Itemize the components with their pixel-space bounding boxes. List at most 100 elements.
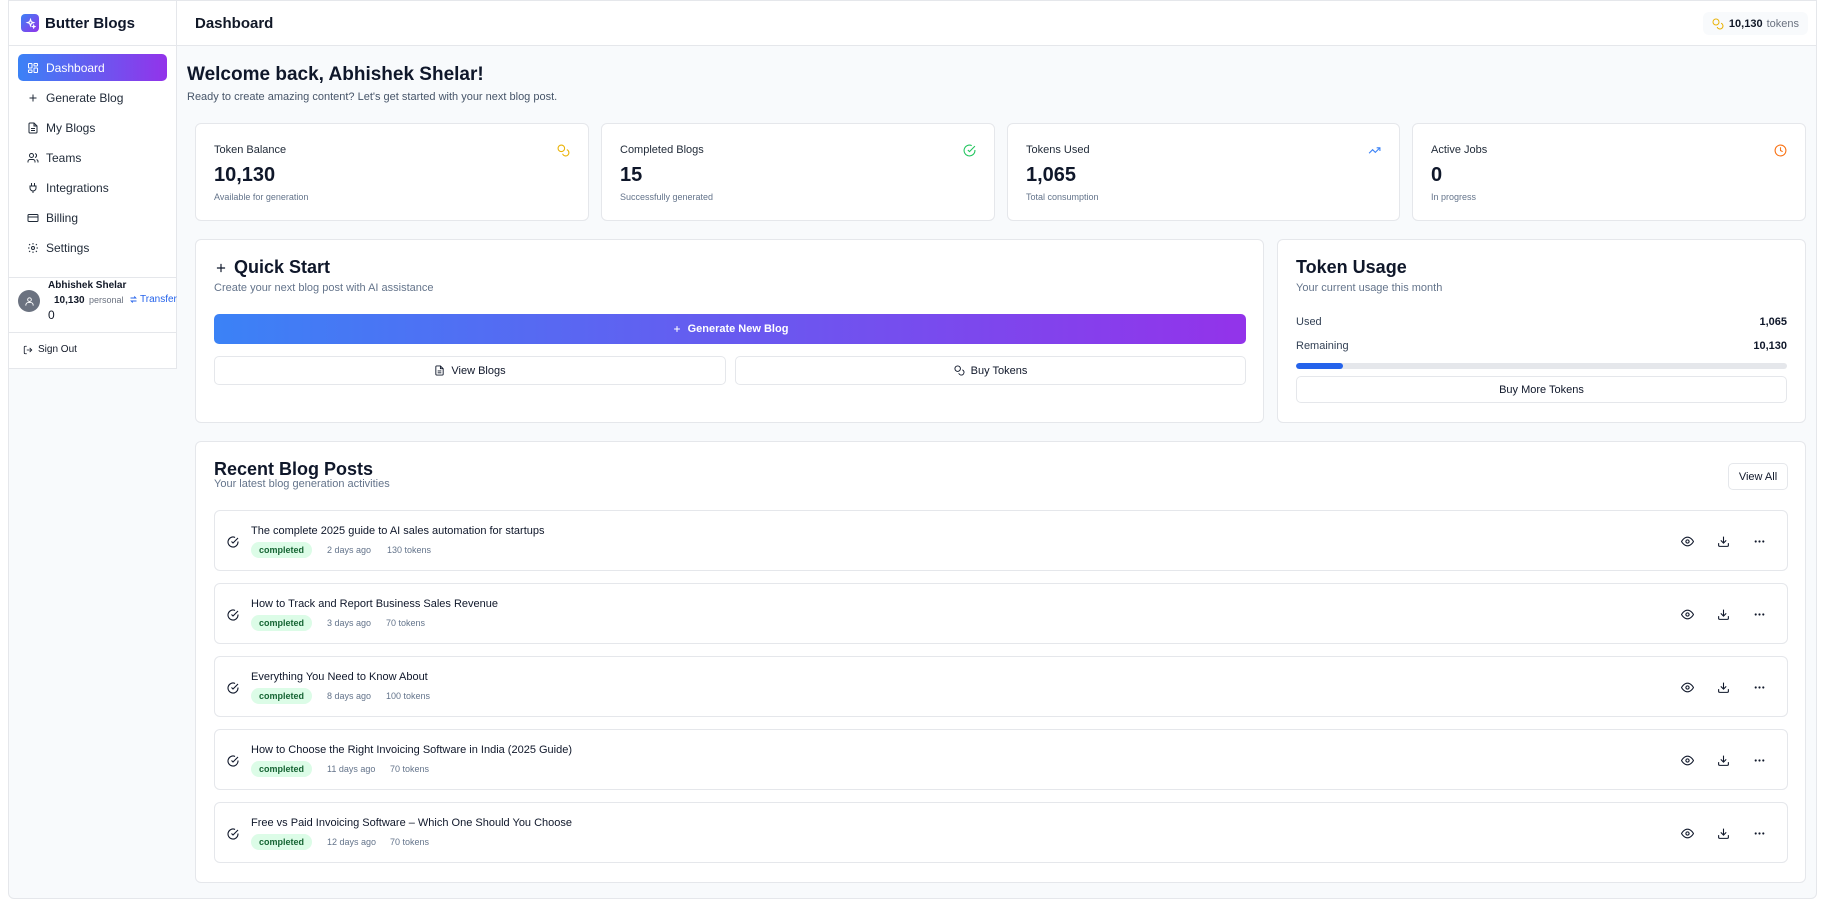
stat-label: Active Jobs — [1431, 144, 1488, 156]
sidebar-item-label: Generate Blog — [46, 90, 124, 105]
stat-subtext: Successfully generated — [620, 192, 714, 202]
eye-icon[interactable] — [1681, 535, 1694, 548]
quick-start-title-text: Quick Start — [234, 257, 331, 277]
more-horizontal-icon[interactable] — [1753, 827, 1766, 840]
more-horizontal-icon[interactable] — [1753, 754, 1766, 767]
more-horizontal-icon[interactable] — [1753, 535, 1766, 548]
sparkles-icon — [21, 14, 39, 32]
transfer-link[interactable]: Transfer — [129, 294, 177, 305]
user-plan: personal — [89, 295, 124, 305]
generate-new-blog-button[interactable]: Generate New Blog — [214, 314, 1246, 344]
sidebar-item-billing[interactable]: Billing — [18, 204, 167, 231]
brand[interactable]: Butter Blogs — [9, 1, 176, 46]
post-date: 12 days ago — [327, 837, 377, 847]
list-item[interactable]: How to Choose the Right Invoicing Softwa… — [214, 729, 1788, 790]
download-icon[interactable] — [1717, 754, 1730, 767]
status-badge: completed — [251, 542, 313, 558]
eye-icon[interactable] — [1681, 827, 1694, 840]
eye-icon[interactable] — [1681, 608, 1694, 621]
stat-subtext: Available for generation — [214, 192, 309, 202]
buy-more-tokens-button[interactable]: Buy More Tokens — [1296, 376, 1787, 403]
list-item[interactable]: How to Track and Report Business Sales R… — [214, 583, 1788, 644]
sidebar-item-my-blogs[interactable]: My Blogs — [18, 114, 167, 141]
post-tokens: 70 tokens — [390, 837, 430, 847]
post-date: 8 days ago — [327, 691, 372, 701]
plug-icon — [29, 182, 37, 193]
user-profile: Abhishek Shelar 10,130 personal Transfer… — [9, 277, 177, 333]
eye-icon[interactable] — [1681, 754, 1694, 767]
sidebar-item-label: Dashboard — [46, 60, 105, 75]
user-extra-value: 0 — [48, 308, 55, 322]
download-icon[interactable] — [1717, 827, 1730, 840]
stat-label: Token Balance — [214, 144, 287, 156]
remaining-value: 10,130 — [1753, 340, 1787, 352]
sidebar-nav: Dashboard Generate Blog My Blogs Teams I… — [9, 46, 176, 272]
check-circle-icon — [963, 144, 976, 157]
post-title[interactable]: How to Choose the Right Invoicing Softwa… — [251, 744, 572, 756]
buy-tokens-button[interactable]: Buy Tokens — [735, 356, 1246, 385]
download-icon[interactable] — [1717, 681, 1730, 694]
sidebar-item-label: My Blogs — [46, 120, 96, 135]
list-item[interactable]: The complete 2025 guide to AI sales auto… — [214, 510, 1788, 571]
post-title[interactable]: Everything You Need to Know About — [251, 671, 428, 683]
app-name: Butter Blogs — [45, 14, 135, 32]
list-item[interactable]: Free vs Paid Invoicing Software – Which … — [214, 802, 1788, 863]
sign-out-button[interactable]: Sign Out — [23, 344, 77, 355]
list-item[interactable]: Everything You Need to Know About complet… — [214, 656, 1788, 717]
stat-value: 1,065 — [1026, 164, 1077, 186]
avatar[interactable] — [18, 290, 40, 312]
sidebar-item-label: Integrations — [46, 180, 109, 195]
eye-icon[interactable] — [1681, 681, 1694, 694]
download-icon[interactable] — [1717, 535, 1730, 548]
token-balance-pill[interactable]: 10,130 tokens — [1702, 12, 1808, 35]
view-blogs-button[interactable]: View Blogs — [214, 356, 726, 385]
transfer-icon — [130, 296, 137, 303]
stat-card-tokens-used: Tokens Used 1,065 Total consumption — [1007, 123, 1400, 221]
stat-label: Tokens Used — [1026, 144, 1090, 156]
post-title[interactable]: How to Track and Report Business Sales R… — [251, 598, 498, 610]
users-icon — [27, 152, 39, 162]
sidebar-item-teams[interactable]: Teams — [18, 144, 167, 171]
recent-posts-subtitle: Your latest blog generation activities — [214, 478, 390, 490]
stat-value: 15 — [620, 164, 643, 186]
sidebar-item-dashboard[interactable]: Dashboard — [18, 54, 167, 81]
view-all-button[interactable]: View All — [1728, 463, 1788, 490]
stat-value: 10,130 — [214, 164, 276, 186]
gear-icon — [28, 242, 38, 253]
sidebar-item-settings[interactable]: Settings — [18, 234, 167, 261]
more-horizontal-icon[interactable] — [1753, 681, 1766, 694]
check-circle-icon — [227, 609, 239, 621]
check-circle-icon — [227, 536, 239, 548]
stat-value: 0 — [1431, 164, 1443, 186]
sidebar-item-label: Teams — [46, 150, 82, 165]
post-title[interactable]: Free vs Paid Invoicing Software – Which … — [251, 817, 572, 829]
top-header: Dashboard 10,130 tokens — [177, 1, 1816, 46]
stat-card-completed-blogs: Completed Blogs 15 Successfully generate… — [601, 123, 995, 221]
recent-posts-title: Recent Blog Posts — [214, 459, 374, 479]
page-title: Dashboard — [195, 15, 274, 32]
post-title[interactable]: The complete 2025 guide to AI sales auto… — [251, 525, 545, 537]
stat-card-token-balance: Token Balance 10,130 Available for gener… — [195, 123, 589, 221]
stat-card-active-jobs: Active Jobs 0 In progress — [1412, 123, 1806, 221]
sidebar-item-generate-blog[interactable]: Generate Blog — [18, 84, 167, 111]
plus-icon — [216, 263, 226, 272]
more-horizontal-icon[interactable] — [1753, 608, 1766, 621]
used-label: Used — [1296, 316, 1322, 328]
sidebar-item-label: Settings — [46, 240, 90, 255]
check-circle-icon — [227, 755, 239, 767]
download-icon[interactable] — [1717, 608, 1730, 621]
credit-card-icon — [27, 213, 39, 222]
user-name: Abhishek Shelar — [48, 280, 127, 291]
sidebar-item-label: Billing — [46, 210, 79, 225]
sidebar-item-integrations[interactable]: Integrations — [18, 174, 167, 201]
plus-icon — [29, 94, 37, 101]
post-date: 11 days ago — [327, 764, 376, 774]
post-tokens: 70 tokens — [390, 764, 430, 774]
stat-subtext: In progress — [1431, 192, 1477, 202]
button-label: Generate New Blog — [687, 323, 789, 335]
welcome-subtitle: Ready to create amazing content? Let's g… — [187, 91, 558, 103]
trending-up-icon — [1368, 147, 1381, 154]
user-token-balance: 10,130 — [54, 295, 85, 306]
file-icon — [28, 122, 38, 133]
quick-start-card: Quick Start Create your next blog post w… — [195, 239, 1264, 423]
